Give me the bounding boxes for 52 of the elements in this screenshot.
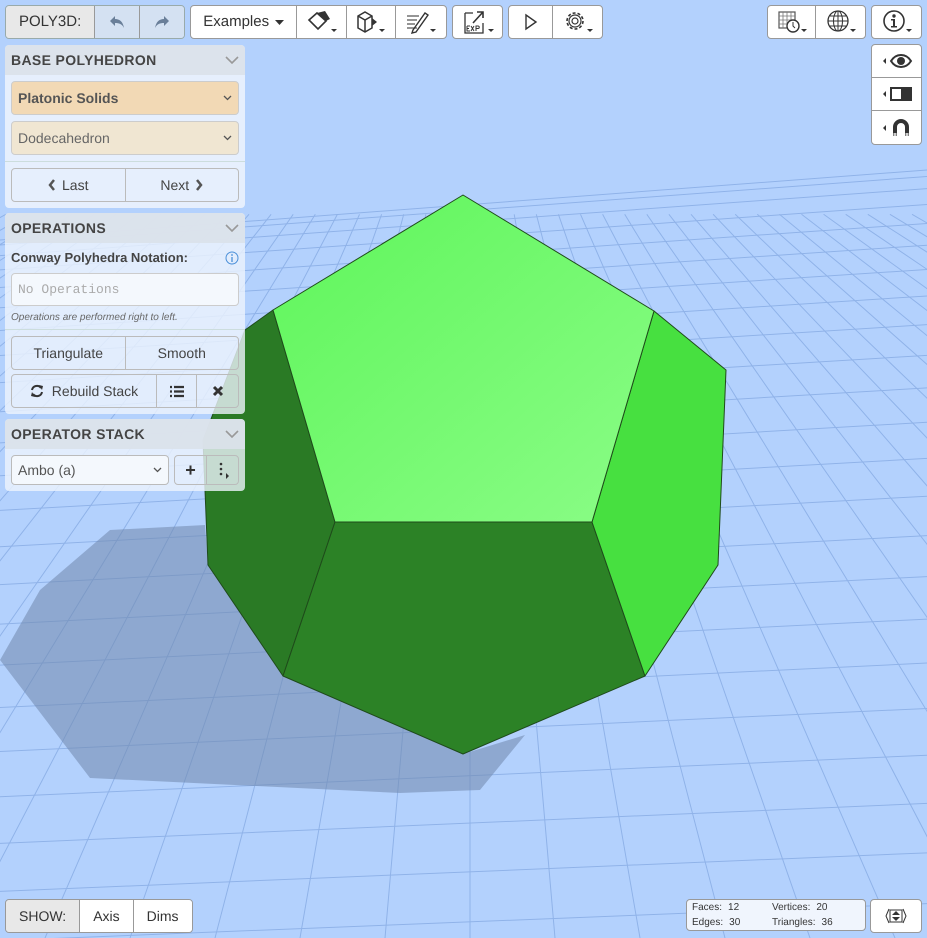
recenter-button[interactable] — [870, 899, 922, 933]
stat-label: Vertices: — [772, 900, 810, 914]
info-icon — [880, 9, 912, 35]
caret-icon — [275, 20, 284, 24]
stat-label: Faces: — [692, 900, 722, 914]
next-button[interactable]: Next — [126, 169, 238, 201]
operator-dropdown[interactable]: Ambo (a) — [11, 455, 169, 485]
stat-label: Triangles: — [772, 916, 816, 930]
redo-icon — [154, 15, 170, 29]
chevron-right-icon — [195, 179, 204, 191]
notation-input[interactable]: No Operations — [11, 273, 239, 306]
panel-title: BASE POLYHEDRON — [11, 50, 157, 70]
chevron-icon — [153, 467, 162, 473]
pencil-lines-icon — [405, 10, 438, 34]
panel-title: OPERATOR STACK — [11, 424, 146, 444]
notation-label: Conway Polyhedra Notation: — [11, 249, 188, 268]
triangulate-button[interactable]: Triangulate — [12, 337, 126, 369]
refresh-icon — [30, 384, 44, 398]
panel-title: OPERATIONS — [11, 218, 106, 238]
smooth-button[interactable]: Smooth — [126, 337, 238, 369]
app-label: POLY3D: — [6, 6, 96, 38]
vertical-dots-icon — [216, 461, 228, 479]
stat-value: 20 — [816, 900, 828, 914]
stat-value: 30 — [729, 916, 740, 930]
chevron-icon — [223, 95, 232, 101]
calendar-clock-icon — [776, 9, 808, 35]
recenter-icon — [885, 907, 907, 925]
hint-text: Operations are performed right to left. — [11, 311, 179, 325]
cube-icon — [355, 10, 388, 34]
play-icon — [524, 13, 538, 31]
stat-value: 12 — [728, 900, 740, 914]
chevron-icon — [225, 224, 239, 232]
shape-dropdown[interactable]: Dodecahedron — [11, 121, 239, 155]
undo-icon — [109, 15, 126, 29]
last-button[interactable]: Last — [12, 169, 126, 201]
info-button[interactable] — [871, 5, 922, 39]
show-toggle[interactable]: Dims — [134, 900, 192, 932]
show-label: SHOW: — [6, 900, 80, 932]
show-toggle[interactable]: Axis — [80, 900, 134, 932]
redo-button[interactable] — [140, 6, 184, 38]
chevron-icon — [223, 135, 232, 141]
undo-button[interactable] — [95, 6, 140, 38]
stat-value: 36 — [822, 916, 833, 930]
close-icon — [212, 385, 224, 397]
stat-label: Edges: — [692, 916, 724, 930]
family-dropdown[interactable]: Platonic Solids — [11, 81, 239, 115]
chevron-icon — [225, 56, 239, 64]
list-icon — [168, 384, 184, 398]
chevron-left-icon — [48, 179, 56, 191]
info-icon[interactable] — [225, 251, 239, 265]
chevron-icon — [225, 430, 239, 438]
globe-icon — [824, 9, 856, 35]
